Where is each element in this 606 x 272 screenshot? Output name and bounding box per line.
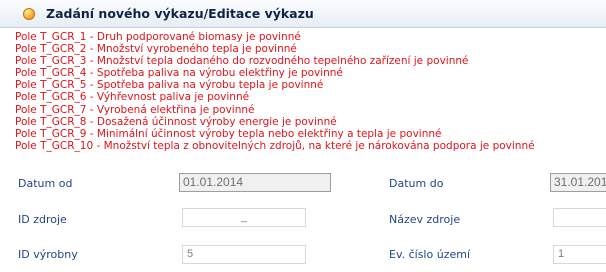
id-zdroje-label: ID zdroje — [18, 213, 67, 226]
ev-cislo-uzemi-label: Ev. číslo území — [389, 248, 471, 261]
error-message: Pole T_GCR_9 - Minimální účinnost výroby… — [15, 127, 442, 140]
report-edit-page: Zadání nového výkazu/Editace výkazu Pole… — [0, 0, 606, 272]
error-message: Pole T_GCR_7 - Vyrobená elektřina je pov… — [15, 103, 255, 116]
error-message: Pole T_GCR_8 - Dosažená účinnost výroby … — [15, 115, 337, 128]
datum-do-field[interactable]: 31.01.2014 — [550, 173, 606, 192]
nazev-zdroje-label: Název zdroje — [389, 213, 461, 226]
id-vyrobny-field[interactable]: 5 — [182, 245, 306, 264]
id-zdroje-field[interactable]: _ — [182, 208, 306, 227]
error-message: Pole T_GCR_4 - Spotřeba paliva na výrobu… — [15, 67, 343, 80]
nazev-zdroje-field[interactable] — [553, 208, 606, 227]
id-vyrobny-label: ID výrobny — [18, 248, 78, 261]
error-message: Pole T_GCR_2 - Množství vyrobeného tepla… — [15, 43, 297, 56]
error-message: Pole T_GCR_10 - Množství tepla z obnovit… — [15, 139, 535, 152]
ev-cislo-uzemi-field[interactable]: 1 — [553, 245, 606, 264]
orange-bullet-icon — [23, 8, 35, 20]
validation-error-list: Pole T_GCR_1 - Druh podporované biomasy … — [15, 31, 605, 152]
datum-do-label: Datum do — [389, 177, 444, 190]
datum-od-label: Datum od — [18, 177, 73, 190]
panel-title: Zadání nového výkazu/Editace výkazu — [46, 6, 314, 21]
error-message: Pole T_GCR_5 - Spotřeba paliva na výrobu… — [15, 79, 324, 92]
error-message: Pole T_GCR_6 - Výhřevnost paliva je povi… — [15, 91, 250, 104]
error-message: Pole T_GCR_1 - Druh podporované biomasy … — [15, 31, 301, 43]
panel-header: Zadání nového výkazu/Editace výkazu — [0, 0, 606, 28]
datum-od-field[interactable]: 01.01.2014 — [179, 173, 331, 192]
error-message: Pole T_GCR_3 - Množství tepla dodaného d… — [15, 55, 469, 68]
